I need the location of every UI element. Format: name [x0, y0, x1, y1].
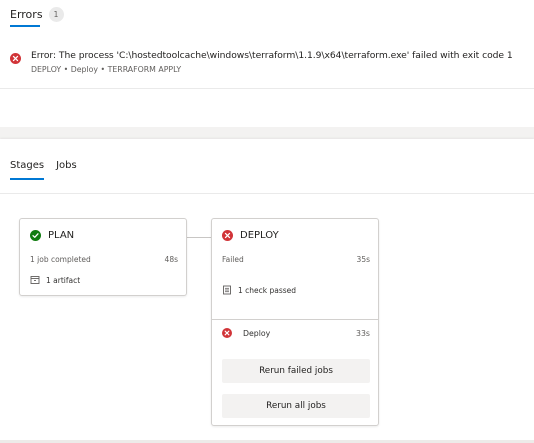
- job-duration: 33s: [356, 328, 370, 338]
- errors-divider: [0, 88, 534, 89]
- view-tabs: Stages Jobs: [10, 160, 89, 180]
- error-circle-icon: [222, 230, 233, 241]
- section-gap: [0, 127, 534, 139]
- checks-link[interactable]: 1 check passed: [222, 285, 296, 295]
- stage-name: PLAN: [48, 230, 75, 241]
- job-name: Deploy: [243, 328, 271, 338]
- stage-card-deploy[interactable]: DEPLOY Failed 35s 1 check passed Deploy …: [211, 218, 379, 426]
- error-circle-icon: [222, 328, 232, 338]
- stage-connector: [187, 237, 211, 238]
- job-row-deploy[interactable]: Deploy 33s: [222, 328, 370, 338]
- checklist-icon: [223, 285, 231, 295]
- artifact-count: 1 artifact: [46, 275, 81, 285]
- tabs-divider: [0, 193, 534, 194]
- stage-card-plan[interactable]: PLAN 1 job completed 48s 1 artifact: [19, 218, 187, 296]
- artifacts-link[interactable]: 1 artifact: [30, 275, 80, 285]
- stage-summary: 1 job completed: [30, 255, 91, 264]
- stage-divider: [212, 319, 378, 320]
- error-circle-icon: [10, 53, 21, 64]
- error-item[interactable]: Error: The process 'C:\hostedtoolcache\w…: [10, 50, 513, 74]
- artifact-icon: [30, 276, 40, 284]
- stage-name: DEPLOY: [240, 230, 279, 241]
- tab-jobs[interactable]: Jobs: [56, 160, 77, 171]
- stage-duration: 35s: [356, 255, 370, 264]
- errors-tab-label: Errors: [10, 8, 43, 21]
- checks-status: 1 check passed: [238, 285, 297, 295]
- errors-count-badge: 1: [48, 7, 64, 22]
- stage-summary: Failed: [222, 255, 244, 264]
- rerun-all-jobs-button[interactable]: Rerun all jobs: [222, 394, 370, 418]
- errors-panel: Errors 1 Error: The process 'C:\hostedto…: [0, 0, 534, 127]
- error-message: Error: The process 'C:\hostedtoolcache\w…: [31, 50, 513, 61]
- errors-tab[interactable]: Errors 1: [10, 7, 64, 22]
- errors-tab-underline: [10, 25, 40, 27]
- tab-stages[interactable]: Stages: [10, 160, 45, 180]
- rerun-failed-jobs-button[interactable]: Rerun failed jobs: [222, 359, 370, 383]
- stage-duration: 48s: [164, 255, 178, 264]
- error-breadcrumb: DEPLOY • Deploy • TERRAFORM APPLY: [31, 65, 182, 74]
- success-check-icon: [30, 230, 41, 241]
- stages-panel: Stages Jobs PLAN 1 job completed 48s 1 a…: [0, 139, 534, 443]
